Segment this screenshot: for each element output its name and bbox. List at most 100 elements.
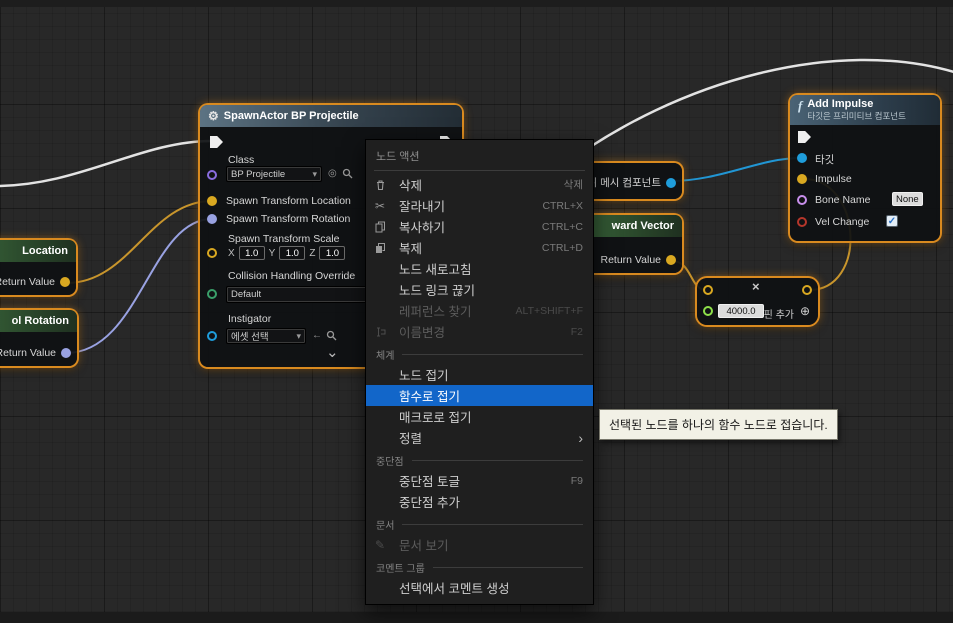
collision-pin[interactable] bbox=[207, 289, 217, 299]
add-pin-icon[interactable]: ⊕ bbox=[800, 304, 810, 318]
menu-separator bbox=[374, 170, 585, 171]
use-selected-icon[interactable]: ← bbox=[312, 331, 322, 341]
pin-label: Return Value bbox=[0, 347, 56, 359]
spawn-scale-pin[interactable] bbox=[207, 248, 217, 258]
browse-icon[interactable] bbox=[326, 330, 337, 344]
node-title: SpawnActor BP Projectile bbox=[223, 110, 359, 122]
multiply-output-pin[interactable] bbox=[802, 285, 812, 295]
instigator-value: 에셋 선택 bbox=[231, 332, 269, 343]
z-label: Z bbox=[309, 247, 316, 259]
vector-pin[interactable] bbox=[60, 277, 70, 287]
object-pin[interactable] bbox=[666, 177, 676, 188]
scale-inputs: X 1.0 Y 1.0 Z 1.0 bbox=[228, 246, 346, 260]
menu-item-add-breakpoint[interactable]: 중단점 추가 bbox=[366, 491, 593, 512]
instigator-label: Instigator bbox=[228, 313, 272, 325]
pin-row-return-value: Return Value bbox=[0, 276, 70, 288]
multiply-operator: × bbox=[752, 279, 760, 294]
wire-target bbox=[670, 157, 801, 182]
add-pin-label[interactable]: 핀 추가 bbox=[764, 306, 794, 321]
menu-item-shortcut: CTRL+X bbox=[542, 199, 583, 212]
top-edge-strip bbox=[0, 0, 953, 7]
vel-change-label: Vel Change bbox=[815, 216, 870, 228]
node-get-rotation[interactable]: ol Rotation Return Value bbox=[0, 310, 77, 366]
asset-pick-icon[interactable]: ◎ bbox=[328, 169, 337, 179]
menu-item-label: 중단점 토글 bbox=[399, 475, 460, 489]
collision-value: Default bbox=[231, 289, 262, 300]
scale-x-input[interactable]: 1.0 bbox=[238, 246, 265, 260]
menu-item-alignment[interactable]: 정렬 › bbox=[366, 427, 593, 448]
scale-z-input[interactable]: 1.0 bbox=[319, 246, 346, 260]
x-label: X bbox=[228, 247, 235, 259]
node-add-impulse[interactable]: f Add Impulse 타깃은 프리미티브 컴포넌트 타깃 Impulse … bbox=[790, 95, 940, 241]
class-dropdown[interactable]: BP Projectile ▾ bbox=[226, 166, 322, 182]
chevron-down-icon: ▾ bbox=[296, 330, 301, 341]
blueprint-canvas[interactable]: Location Return Value ol Rotation Return… bbox=[0, 0, 953, 623]
menu-item-rename[interactable]: 이름변경 F2 bbox=[366, 321, 593, 342]
pin-label: Return Value bbox=[0, 276, 55, 288]
menu-item-collapse-to-function[interactable]: 함수로 접기 bbox=[366, 385, 593, 406]
vel-change-pin[interactable] bbox=[797, 217, 807, 227]
spawn-location-pin[interactable] bbox=[207, 196, 217, 206]
menu-item-label: 노드 링크 끊기 bbox=[399, 284, 475, 298]
node-header[interactable]: ⚙ SpawnActor BP Projectile bbox=[200, 105, 462, 127]
menu-item-duplicate[interactable]: 복제 CTRL+D bbox=[366, 237, 593, 258]
chevron-down-icon: ▾ bbox=[312, 168, 317, 179]
menu-item-label: 문서 보기 bbox=[399, 539, 449, 553]
menu-item-cut[interactable]: ✂ 잘라내기 CTRL+X bbox=[366, 195, 593, 216]
wire-exec-in bbox=[0, 139, 213, 188]
multiply-input-a-pin[interactable] bbox=[703, 285, 713, 295]
bottom-edge-strip bbox=[0, 612, 953, 623]
scale-y-input[interactable]: 1.0 bbox=[279, 246, 306, 260]
node-header[interactable]: ol Rotation bbox=[0, 310, 77, 332]
instigator-dropdown[interactable]: 에셋 선택 ▾ bbox=[226, 328, 306, 344]
menu-section-organization: 체계 bbox=[366, 342, 593, 364]
bone-name-pin[interactable] bbox=[797, 195, 807, 205]
menu-item-copy[interactable]: 복사하기 CTRL+C bbox=[366, 216, 593, 237]
node-header[interactable]: f Add Impulse 타깃은 프리미티브 컴포넌트 bbox=[790, 95, 940, 125]
menu-item-refresh-node[interactable]: 노드 새로고침 bbox=[366, 258, 593, 279]
menu-item-label: 매크로로 접기 bbox=[399, 411, 472, 425]
exec-in-pin[interactable] bbox=[798, 131, 811, 143]
collapse-chevron-icon[interactable]: ⌄ bbox=[326, 345, 339, 360]
browse-icon[interactable] bbox=[342, 168, 353, 182]
menu-item-find-references[interactable]: 레퍼런스 찾기 ALT+SHIFT+F bbox=[366, 300, 593, 321]
menu-item-delete[interactable]: 삭제 삭제 bbox=[366, 174, 593, 195]
duplicate-icon bbox=[375, 242, 399, 254]
menu-item-view-documentation[interactable]: ✎ 문서 보기 bbox=[366, 534, 593, 555]
submenu-arrow-icon: › bbox=[578, 429, 583, 446]
spawn-location-label: Spawn Transform Location bbox=[226, 195, 351, 207]
menu-item-label: 노드 접기 bbox=[399, 369, 449, 383]
menu-item-label: 복제 bbox=[399, 242, 423, 256]
class-pin[interactable] bbox=[207, 170, 217, 180]
menu-item-label: 레퍼런스 찾기 bbox=[399, 305, 472, 319]
collision-label: Collision Handling Override bbox=[228, 270, 356, 282]
spawn-rotation-pin[interactable] bbox=[207, 214, 217, 224]
node-get-location[interactable]: Location Return Value bbox=[0, 240, 76, 295]
node-multiply[interactable]: × 4000.0 핀 추가 ⊕ bbox=[697, 278, 818, 325]
menu-item-collapse-to-macro[interactable]: 매크로로 접기 bbox=[366, 406, 593, 427]
menu-item-create-comment[interactable]: 선택에서 코멘트 생성 bbox=[366, 577, 593, 598]
menu-item-label: 노드 새로고침 bbox=[399, 263, 472, 277]
exec-in-pin[interactable] bbox=[210, 136, 223, 148]
menu-section-breakpoints: 중단점 bbox=[366, 448, 593, 470]
vector-pin[interactable] bbox=[666, 255, 676, 265]
bone-name-input[interactable]: None bbox=[892, 192, 923, 206]
menu-item-break-links[interactable]: 노드 링크 끊기 bbox=[366, 279, 593, 300]
y-label: Y bbox=[268, 247, 276, 259]
target-pin[interactable] bbox=[797, 153, 807, 163]
menu-item-shortcut: F9 bbox=[570, 474, 583, 487]
impulse-pin[interactable] bbox=[797, 174, 807, 184]
class-label: Class bbox=[228, 154, 255, 166]
instigator-pin[interactable] bbox=[207, 331, 217, 341]
rotator-pin[interactable] bbox=[61, 348, 71, 358]
multiply-input-b-pin[interactable] bbox=[703, 306, 713, 316]
vel-change-checkbox[interactable] bbox=[886, 215, 898, 227]
menu-item-toggle-breakpoint[interactable]: 중단점 토글 F9 bbox=[366, 470, 593, 491]
wire-rotation bbox=[65, 218, 213, 354]
node-title: ol Rotation bbox=[11, 315, 69, 327]
node-header[interactable]: Location bbox=[0, 240, 76, 262]
context-menu: 노드 액션 삭제 삭제 ✂ 잘라내기 CTRL+X 복사하기 CTRL+C 복제 bbox=[365, 139, 594, 605]
menu-item-label: 잘라내기 bbox=[399, 200, 446, 214]
menu-item-collapse-nodes[interactable]: 노드 접기 bbox=[366, 364, 593, 385]
multiply-value-input[interactable]: 4000.0 bbox=[718, 304, 764, 318]
